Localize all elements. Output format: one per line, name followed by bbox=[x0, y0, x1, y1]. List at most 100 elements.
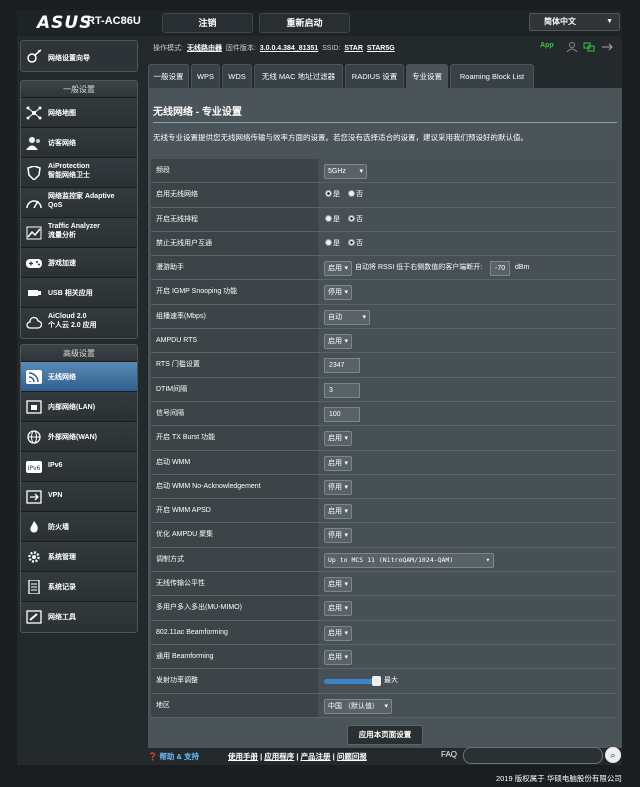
setting-row-region: 地区 中国 （默认值） bbox=[151, 693, 617, 718]
advanced-settings-group: 高级设置 无线网络 内部网络(LAN) 外部网络(WAN) IPv6 IPv6 … bbox=[20, 344, 138, 633]
multicast-rate-select[interactable]: 自动 bbox=[324, 309, 370, 325]
sidebar-item-wan[interactable]: 外部网络(WAN) bbox=[21, 422, 137, 452]
wmm-apsd-select[interactable]: 启用 bbox=[324, 504, 352, 520]
roaming-select[interactable]: 启用 bbox=[324, 261, 352, 277]
utility-link[interactable]: 应用程序 bbox=[264, 752, 294, 761]
reboot-button[interactable]: 重新启动 bbox=[259, 13, 350, 33]
faq-search-input[interactable] bbox=[463, 747, 603, 764]
sidebar-item-vpn[interactable]: VPN bbox=[21, 482, 137, 512]
tx-power-slider[interactable] bbox=[324, 676, 381, 687]
setting-label: 优化 AMPDU 聚集 bbox=[151, 523, 318, 547]
wmm-select[interactable]: 启用 bbox=[324, 455, 352, 471]
tab-radius[interactable]: RADIUS 设置 bbox=[345, 64, 404, 88]
usb-status-icon[interactable] bbox=[601, 42, 613, 52]
globe-icon bbox=[27, 430, 41, 444]
registration-link[interactable]: 产品注册 bbox=[301, 752, 331, 761]
settings-panel: 无线网络 - 专业设置 无线专业设置提供您无线网络传输与效率方面的设置。若您没有… bbox=[148, 88, 622, 748]
setting-row-modulation: 调制方式 Up to MCS 11 (NitroQAM/1024-QAM) bbox=[151, 547, 617, 573]
dtim-input[interactable]: 3 bbox=[324, 382, 360, 398]
airtime-fairness-select[interactable]: 启用 bbox=[324, 577, 352, 593]
setting-row-wmm: 启动 WMM 启用 bbox=[151, 450, 617, 475]
apply-button[interactable]: 应用本页面设置 bbox=[347, 725, 423, 745]
sidebar-item-usb[interactable]: USB 相关应用 bbox=[21, 278, 137, 308]
sidebar-item-label: 网络监控家 Adaptive QoS bbox=[48, 193, 115, 209]
universal-beamforming-select[interactable]: 启用 bbox=[324, 649, 352, 665]
sidebar-item-adaptive-qos[interactable]: 网络监控家 Adaptive QoS bbox=[21, 188, 137, 218]
slider-handle[interactable] bbox=[372, 676, 381, 687]
radio-schedule-no[interactable]: 否 bbox=[348, 214, 363, 226]
ssid-link-2g[interactable]: STAR bbox=[344, 45, 363, 52]
modulation-select[interactable]: Up to MCS 11 (NitroQAM/1024-QAM) bbox=[324, 552, 494, 568]
sidebar-item-guest-network[interactable]: 访客网络 bbox=[21, 128, 137, 158]
radio-isolation-yes[interactable]: 是 bbox=[325, 238, 340, 250]
radio-schedule-yes[interactable]: 是 bbox=[325, 214, 340, 226]
tab-professional[interactable]: 专业设置 bbox=[406, 64, 448, 88]
tab-roaming-block-list[interactable]: Roaming Block List bbox=[450, 64, 534, 88]
setting-row-beamforming-ac: 802.11ac Beamforming 启用 bbox=[151, 620, 617, 645]
firmware-link[interactable]: 3.0.0.4.384_81351 bbox=[260, 45, 318, 52]
sidebar-item-network-tools[interactable]: 网络工具 bbox=[21, 602, 137, 632]
sidebar-item-firewall[interactable]: 防火墙 bbox=[21, 512, 137, 542]
sidebar-item-ipv6[interactable]: IPv6 IPv6 bbox=[21, 452, 137, 482]
settings-table: 频段 5GHz 启用无线网络 是 否 开启无线排程 是 否 禁止无线用户互通 bbox=[151, 159, 617, 718]
sidebar-item-label: 网络工具 bbox=[48, 614, 76, 621]
sidebar-item-label: 网络地图 bbox=[48, 110, 76, 117]
group-header: 高级设置 bbox=[21, 345, 137, 362]
mu-mimo-select[interactable]: 启用 bbox=[324, 601, 352, 617]
sidebar-item-system-log[interactable]: 系统记录 bbox=[21, 572, 137, 602]
language-select[interactable]: 简体中文 ▼ bbox=[529, 13, 620, 31]
setting-label: 启用无线网络 bbox=[151, 183, 318, 207]
footer: ❓ 帮助 & 支持 使用手册 | 应用程序 | 产品注册 | 问题回报 FAQ … bbox=[17, 745, 622, 765]
shield-icon bbox=[27, 166, 41, 180]
band-select[interactable]: 5GHz bbox=[324, 164, 367, 179]
tab-mac-filter[interactable]: 无线 MAC 地址过滤器 bbox=[254, 64, 343, 88]
region-select[interactable]: 中国 （默认值） bbox=[324, 698, 392, 714]
sidebar-item-label: 无线网络 bbox=[48, 374, 76, 381]
setting-label: 通用 Beamforming bbox=[151, 644, 318, 669]
rssi-input[interactable]: -70 bbox=[490, 261, 510, 277]
radio-enable-no[interactable]: 否 bbox=[348, 189, 363, 201]
manual-link[interactable]: 使用手册 bbox=[228, 752, 258, 761]
tab-wds[interactable]: WDS bbox=[222, 64, 252, 88]
ssid-link-5g[interactable]: STAR5G bbox=[367, 45, 395, 52]
sidebar-item-wireless[interactable]: 无线网络 bbox=[21, 362, 137, 392]
radio-enable-yes[interactable]: 是 bbox=[325, 189, 340, 201]
sidebar-item-game-boost[interactable]: 游戏加速 bbox=[21, 248, 137, 278]
sidebar-item-lan[interactable]: 内部网络(LAN) bbox=[21, 392, 137, 422]
sidebar-item-aicloud[interactable]: AiCloud 2.0 个人云 2.0 应用 bbox=[21, 308, 137, 338]
tx-burst-select[interactable]: 启用 bbox=[324, 431, 352, 447]
app-link[interactable]: App bbox=[540, 42, 554, 49]
setting-label: 开启 IGMP Snooping 功能 bbox=[151, 280, 318, 304]
user-icon[interactable] bbox=[566, 42, 578, 52]
wmm-noack-select[interactable]: 停用 bbox=[324, 479, 352, 495]
setting-row-dtim: DTIM间隔 3 bbox=[151, 377, 617, 402]
network-status-icon[interactable] bbox=[583, 42, 595, 52]
beacon-input[interactable]: 100 bbox=[324, 406, 360, 422]
sidebar-item-aiprotection[interactable]: AiProtection 智能网络卫士 bbox=[21, 158, 137, 188]
help-support-link[interactable]: ❓ 帮助 & 支持 bbox=[148, 751, 199, 762]
tab-general[interactable]: 一般设置 bbox=[148, 64, 189, 88]
setting-label: RTS 门槛设置 bbox=[151, 353, 318, 377]
setting-row-ampdu-rts: AMPDU RTS 启用 bbox=[151, 329, 617, 354]
sidebar-item-quick-setup[interactable]: 网络设置向导 bbox=[20, 40, 138, 72]
sidebar-item-network-map[interactable]: 网络地图 bbox=[21, 98, 137, 128]
setting-row-igmp: 开启 IGMP Snooping 功能 停用 bbox=[151, 280, 617, 305]
ampdu-rts-select[interactable]: 启用 bbox=[324, 334, 352, 350]
info-bar: 操作模式: 无线路由器 固件版本: 3.0.0.4.384_81351 SSID: S… bbox=[153, 43, 395, 53]
feedback-link[interactable]: 问题回报 bbox=[337, 752, 367, 761]
beamforming-ac-select[interactable]: 启用 bbox=[324, 625, 352, 641]
igmp-select[interactable]: 停用 bbox=[324, 285, 352, 301]
ampdu-aggregation-select[interactable]: 停用 bbox=[324, 528, 352, 544]
sidebar-item-label: 系统记录 bbox=[48, 584, 76, 591]
mode-link[interactable]: 无线路由器 bbox=[187, 45, 222, 52]
radio-isolation-no[interactable]: 否 bbox=[348, 238, 363, 250]
search-icon[interactable]: ⌕ bbox=[605, 747, 621, 763]
sidebar-item-traffic-analyzer[interactable]: Traffic Analyzer 流量分析 bbox=[21, 218, 137, 248]
sidebar-item-label: 访客网络 bbox=[48, 140, 76, 147]
logout-button[interactable]: 注销 bbox=[162, 13, 253, 33]
sidebar-item-label: AiCloud 2.0 个人云 2.0 应用 bbox=[48, 313, 97, 329]
tab-wps[interactable]: WPS bbox=[191, 64, 220, 88]
rts-threshold-input[interactable]: 2347 bbox=[324, 358, 360, 374]
sidebar-item-administration[interactable]: 系统管理 bbox=[21, 542, 137, 572]
setting-row-tx-power: 发射功率调整 最大 bbox=[151, 669, 617, 694]
